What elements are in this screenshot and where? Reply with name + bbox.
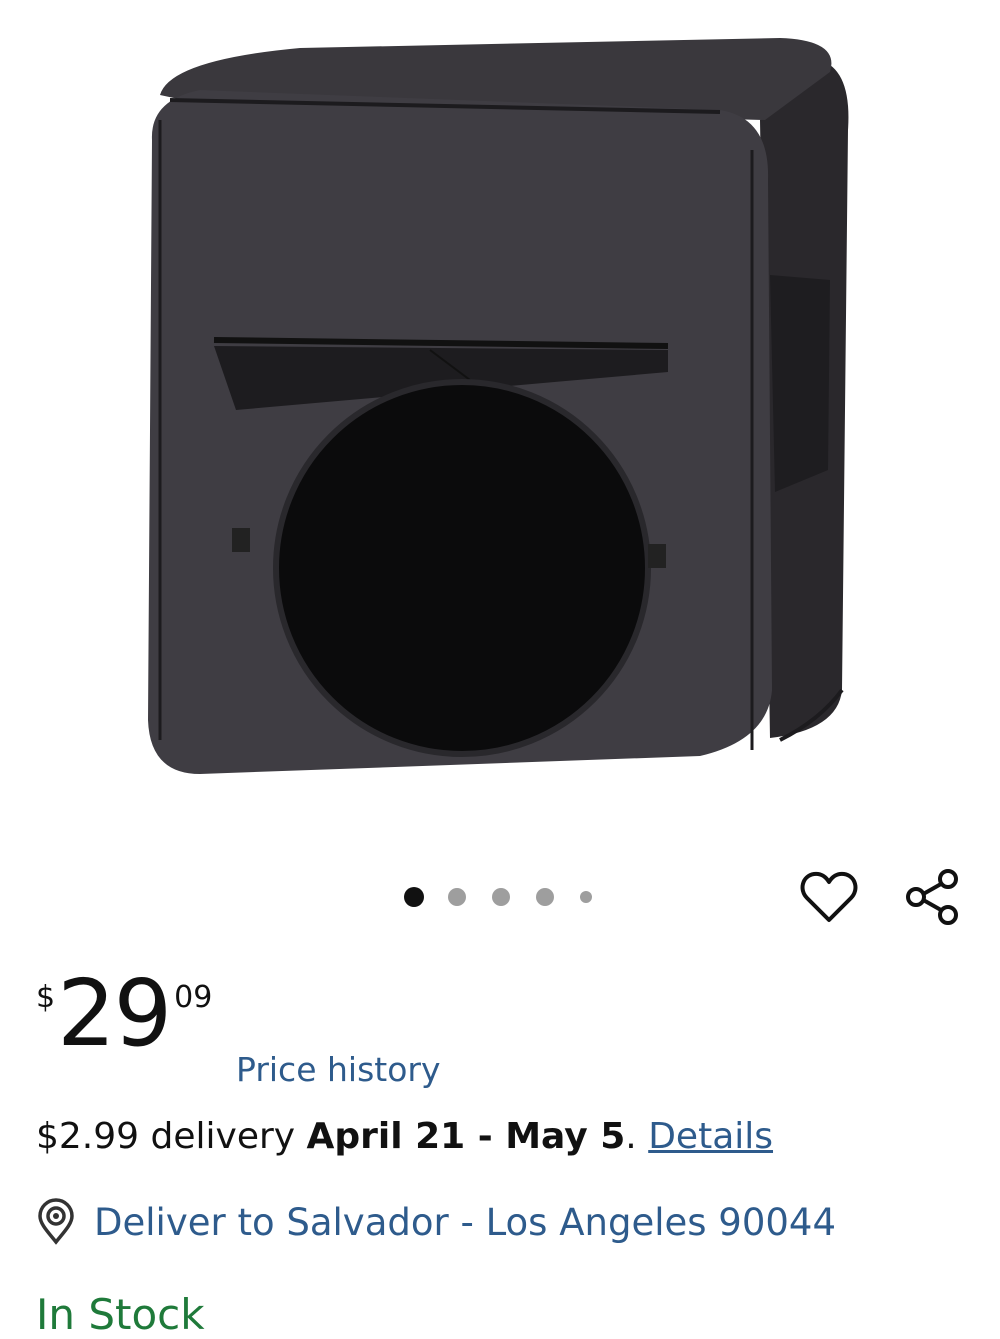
share-icon [906,869,958,925]
tent-illustration [148,38,849,774]
carousel-dot[interactable] [492,888,510,906]
price-dollars: 29 [57,960,172,1067]
price-history-link[interactable]: Price history [236,1050,441,1089]
location-pin-icon [38,1198,74,1245]
carousel-dot[interactable] [536,888,554,906]
delivery-punct: . [625,1116,637,1157]
carousel-dot[interactable] [404,887,424,907]
price-currency: $ [36,980,56,1015]
carousel-dot[interactable] [448,888,466,906]
deliver-to-label: Deliver to Salvador - Los Angeles 90044 [94,1200,837,1244]
image-carousel-dots[interactable] [404,884,592,910]
share-button[interactable] [900,864,966,930]
price: $ 29 09 [36,968,212,1068]
heart-outline-icon [800,871,858,922]
price-cents: 09 [174,980,213,1015]
stock-status: In Stock [36,1290,205,1339]
carousel-dot[interactable] [580,891,592,903]
delivery-details-link[interactable]: Details [648,1116,773,1157]
deliver-to-location[interactable]: Deliver to Salvador - Los Angeles 90044 [36,1196,836,1248]
delivery-fee: $2.99 delivery [36,1116,296,1157]
product-image[interactable] [0,0,1000,840]
delivery-info: $2.99 delivery April 21 - May 5. Details [36,1116,773,1157]
delivery-window: April 21 - May 5 [306,1116,626,1157]
favorite-button[interactable] [798,866,860,928]
